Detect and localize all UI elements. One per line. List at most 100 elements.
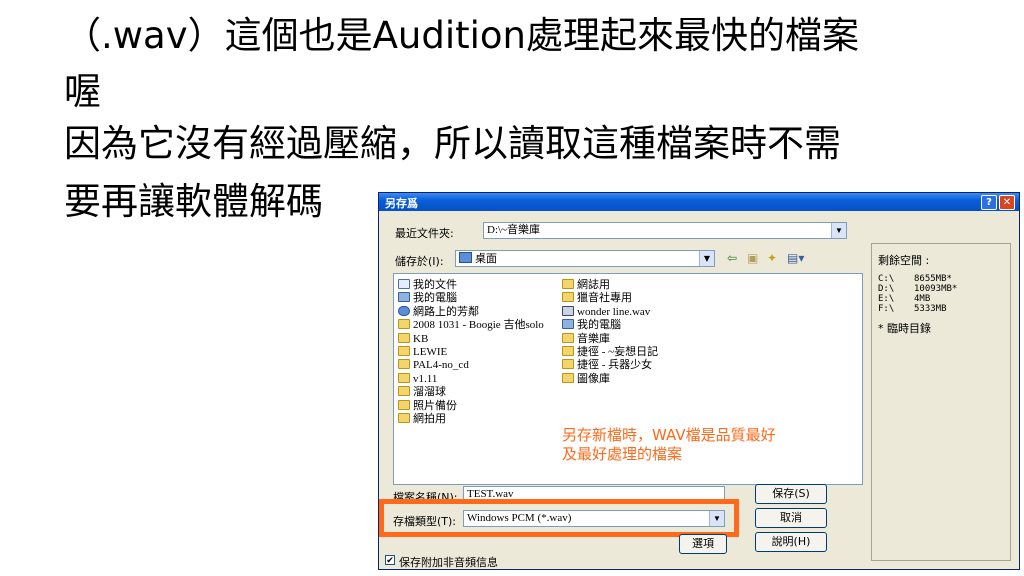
file-list[interactable]: 我的文件 我的電腦 網路上的芳鄰 2008 1031 - Boogie 吉他solo K…	[393, 273, 863, 485]
file-name: 網誌用	[577, 279, 610, 291]
free-space-panel: 剩餘空間 : C:\ 8655MB* D:\ 10093MB* E:\ 4MB F:\ 533…	[871, 243, 1011, 561]
drive-letter: F:\	[878, 304, 895, 314]
file-list-item[interactable]: 捷徑 - ~妄想日記	[562, 345, 658, 359]
file-list-item[interactable]: 獵音社專用	[562, 291, 632, 305]
save-as-dialog: 另存爲 ? ✕ 最近文件夾: D:\~音樂庫 ▼ 儲存於(I): 桌面 ▼ ⇦ …	[378, 192, 1020, 570]
file-list-item[interactable]: 溜溜球	[398, 385, 446, 399]
drive-row: F:\ 5333MB	[878, 304, 957, 314]
dialog-titlebar[interactable]: 另存爲 ? ✕	[379, 193, 1019, 211]
file-list-item[interactable]: PAL4-no_cd	[398, 358, 469, 372]
help-icon[interactable]: ?	[981, 195, 997, 210]
filetype-highlight-box	[379, 499, 739, 537]
save-in-dropdown[interactable]: 桌面 ▼	[455, 250, 715, 267]
file-list-item[interactable]: 我的電腦	[398, 291, 457, 305]
annotation-line-2: 及最好處理的檔案	[562, 445, 683, 463]
lnk-icon	[562, 332, 574, 343]
desktop-icon	[459, 252, 472, 263]
file-list-item[interactable]: 網路上的芳鄰	[398, 305, 479, 319]
folder-icon	[398, 372, 410, 383]
dialog-title: 另存爲	[385, 197, 418, 210]
folder-icon	[398, 359, 410, 370]
view-menu-icon[interactable]: ▤▾	[787, 251, 804, 265]
save-extra-info-label: 保存附加非音頻信息	[399, 556, 498, 569]
file-name: 網拍用	[413, 413, 446, 425]
file-name: LEWIE	[413, 346, 448, 358]
file-name: 獵音社專用	[577, 292, 632, 305]
slide-text-line-4: 要再讓軟體解碼	[64, 180, 323, 223]
drive-row: C:\ 8655MB*	[878, 274, 957, 284]
file-name: 圖像庫	[577, 372, 610, 385]
free-space-label: 剩餘空間 :	[878, 254, 930, 267]
up-folder-icon[interactable]: ▣	[747, 251, 758, 265]
recent-folder-value: D:\~音樂庫	[487, 224, 541, 236]
pc-icon	[562, 319, 574, 330]
file-list-item[interactable]: KB	[398, 332, 428, 346]
back-arrow-icon[interactable]: ⇦	[727, 251, 737, 265]
file-list-item[interactable]: 音樂庫	[562, 332, 610, 346]
net-icon	[398, 305, 410, 316]
file-list-item[interactable]: wonder line.wav	[562, 305, 650, 319]
file-list-item[interactable]: 我的文件	[398, 278, 457, 292]
drive-row: D:\ 10093MB*	[878, 284, 957, 294]
folder-icon	[562, 292, 574, 303]
chevron-down-icon[interactable]: ▼	[699, 251, 714, 266]
chevron-down-icon[interactable]: ▼	[831, 223, 846, 238]
drive-letter: E:\	[878, 294, 895, 304]
file-name: 音樂庫	[577, 332, 610, 345]
file-name: 網路上的芳鄰	[413, 305, 479, 318]
save-extra-info-checkbox[interactable]: ✔	[385, 555, 395, 566]
folder-icon	[398, 346, 410, 356]
drive-free-space: 8655MB*	[914, 274, 952, 284]
folder-icon	[398, 332, 410, 343]
drive-free-space: 10093MB*	[914, 284, 958, 294]
file-name: 捷徑 - 兵器少女	[577, 359, 653, 372]
folder-icon	[398, 386, 410, 397]
file-list-item[interactable]: 網拍用	[398, 412, 446, 426]
save-button[interactable]: 保存(S)	[755, 484, 827, 504]
file-name: 我的文件	[413, 279, 457, 291]
new-folder-icon[interactable]: ✦	[767, 251, 777, 265]
file-name: 溜溜球	[413, 386, 446, 399]
folder-icon	[562, 279, 574, 289]
doc-icon	[398, 279, 410, 289]
annotation-line-1: 另存新檔時，WAV檔是品質最好	[562, 426, 776, 444]
file-name: wonder line.wav	[577, 305, 651, 318]
cancel-button[interactable]: 取消	[755, 508, 827, 528]
slide-text-line-2: 喔	[64, 70, 101, 113]
file-list-item[interactable]: 照片備份	[398, 399, 457, 413]
file-name: v1.11	[413, 372, 438, 385]
lnk-icon	[562, 346, 574, 356]
recent-folder-dropdown[interactable]: D:\~音樂庫 ▼	[483, 222, 847, 239]
file-name: 捷徑 - ~妄想日記	[577, 346, 659, 358]
slide-text-line-1: （.wav）這個也是Audition處理起來最快的檔案	[64, 14, 859, 57]
pc-icon	[398, 292, 410, 303]
close-icon[interactable]: ✕	[999, 195, 1015, 210]
file-list-item[interactable]: 圖像庫	[562, 372, 610, 386]
file-name: PAL4-no_cd	[413, 359, 469, 372]
file-list-item[interactable]: 網誌用	[562, 278, 610, 292]
save-in-value: 桌面	[475, 252, 497, 265]
temp-dir-note: * 臨時目錄	[878, 322, 931, 335]
wav-icon	[562, 305, 574, 316]
file-name: 我的電腦	[413, 292, 457, 305]
folder-icon	[398, 413, 410, 423]
drive-free-space: 4MB	[914, 294, 931, 304]
help-button[interactable]: 說明(H)	[755, 532, 827, 552]
file-name: KB	[413, 332, 429, 345]
folder-icon	[398, 399, 410, 410]
drive-letter: C:\	[878, 274, 895, 284]
drive-row: E:\ 4MB	[878, 294, 957, 304]
file-list-item[interactable]: LEWIE	[398, 345, 447, 359]
file-list-item[interactable]: 捷徑 - 兵器少女	[562, 358, 652, 372]
lnk-icon	[562, 359, 574, 370]
recent-folder-label: 最近文件夾:	[395, 227, 454, 240]
slide-text-line-3: 因為它沒有經過壓縮，所以讀取這種檔案時不需	[64, 122, 841, 165]
save-in-label: 儲存於(I):	[395, 255, 444, 268]
file-list-item[interactable]: v1.11	[398, 372, 437, 386]
file-name: 我的電腦	[577, 319, 621, 332]
file-list-item[interactable]: 2008 1031 - Boogie 吉他solo	[398, 318, 544, 332]
file-list-item[interactable]: 我的電腦	[562, 318, 621, 332]
file-name: 2008 1031 - Boogie 吉他solo	[413, 319, 544, 332]
drive-letter: D:\	[878, 284, 895, 294]
options-button[interactable]: 選項	[679, 534, 727, 554]
